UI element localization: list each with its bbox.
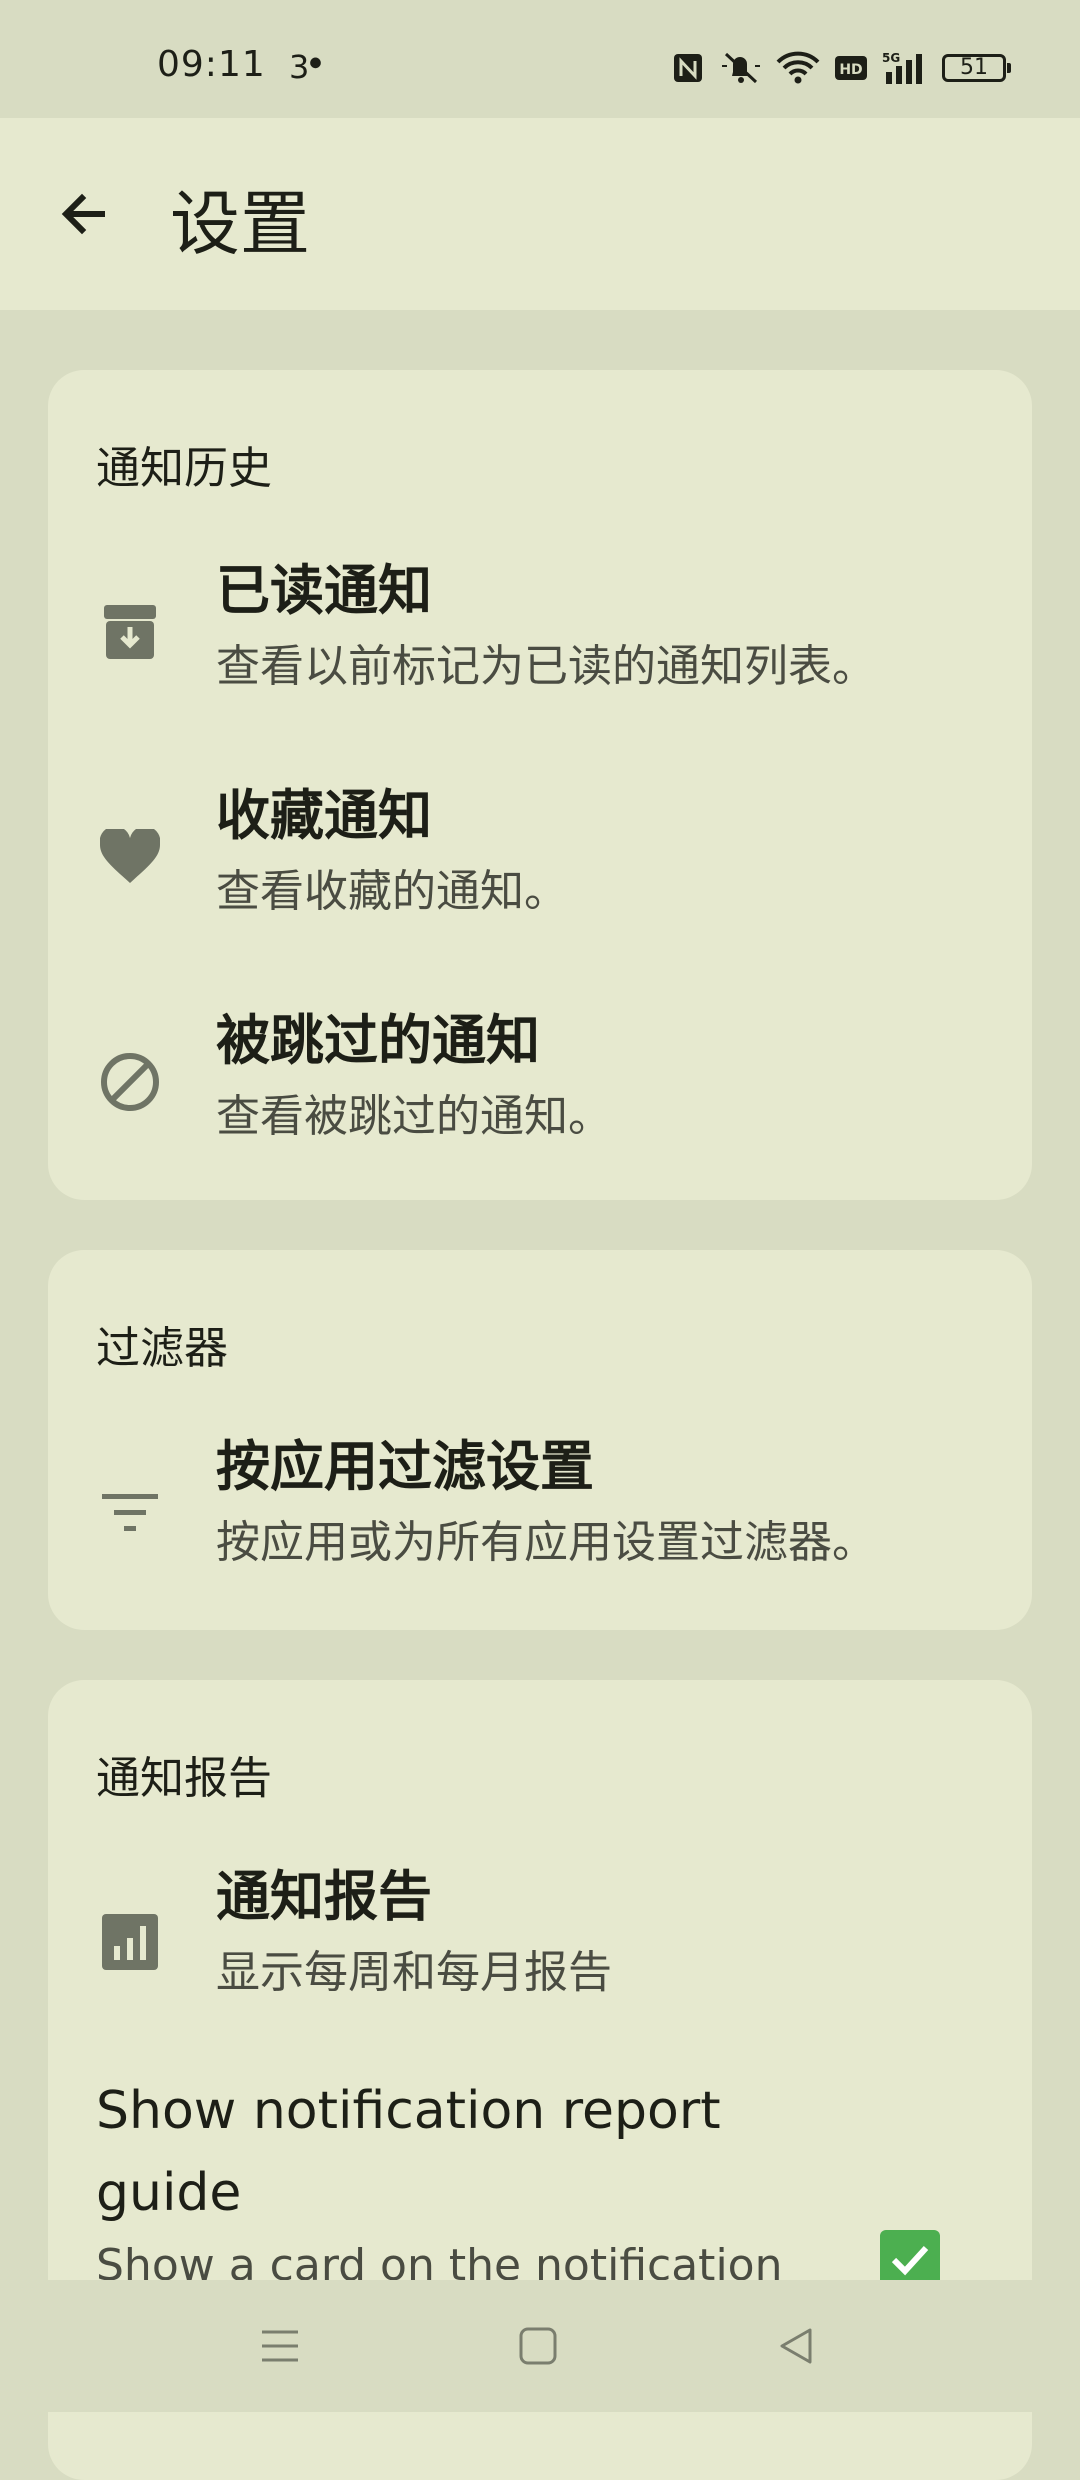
section-title: 通知报告 <box>96 1753 272 1804</box>
menu-icon <box>262 2330 298 2362</box>
item-title: 按应用过滤设置 <box>216 1435 594 1498</box>
recent-apps-button[interactable] <box>244 2310 316 2382</box>
section-title: 过滤器 <box>96 1323 228 1374</box>
block-icon <box>100 1052 160 1112</box>
item-subtitle: 查看收藏的通知。 <box>216 866 568 917</box>
battery-icon: 51 <box>942 54 1011 82</box>
item-title: 通知报告 <box>216 1865 432 1928</box>
status-notification-count: 3● <box>289 48 322 86</box>
notification-report-item[interactable]: 通知报告 显示每周和每月报告 <box>48 1840 1032 2040</box>
app-bar: 设置 <box>0 118 1080 310</box>
section-title: 通知历史 <box>96 443 272 494</box>
back-triangle-icon <box>780 2328 812 2364</box>
signal-5g-icon: 5G <box>882 50 928 86</box>
item-title: 被跳过的通知 <box>216 1009 540 1072</box>
item-title: 已读通知 <box>216 559 432 622</box>
archive-download-icon <box>100 602 160 662</box>
mute-icon <box>718 50 762 86</box>
bar-chart-icon <box>100 1912 160 1972</box>
notification-history-card: 通知历史 已读通知 查看以前标记为已读的通知列表。 收藏通知 查看收藏的通知。 … <box>48 370 1032 1200</box>
read-notifications-item[interactable]: 已读通知 查看以前标记为已读的通知列表。 <box>48 530 1032 730</box>
item-subtitle: 显示每周和每月报告 <box>216 1947 612 1998</box>
arrow-back-icon <box>61 193 105 235</box>
item-subtitle: 查看以前标记为已读的通知列表。 <box>216 641 876 692</box>
back-button[interactable] <box>50 180 118 248</box>
nfc-icon <box>672 52 704 84</box>
page-title: 设置 <box>170 183 310 265</box>
status-time: 09:11 <box>157 44 266 85</box>
wifi-icon <box>776 50 820 86</box>
item-subtitle: 查看被跳过的通知。 <box>216 1091 612 1142</box>
item-title: 收藏通知 <box>216 784 432 847</box>
status-bar: 09:11 3● HD 5G 51 <box>0 0 1080 118</box>
hd-icon: HD <box>834 54 868 82</box>
home-button[interactable] <box>502 2310 574 2382</box>
navigation-bar <box>0 2280 1080 2412</box>
system-back-button[interactable] <box>760 2310 832 2382</box>
report-guide-title: Show notification report guide <box>96 2081 721 2223</box>
heart-icon <box>100 827 160 887</box>
svg-text:5G: 5G <box>882 51 900 65</box>
skipped-notifications-item[interactable]: 被跳过的通知 查看被跳过的通知。 <box>48 980 1032 1180</box>
filters-card: 过滤器 按应用过滤设置 按应用或为所有应用设置过滤器。 <box>48 1250 1032 1630</box>
status-icons: HD 5G 51 <box>672 44 1011 92</box>
filter-list-icon <box>100 1482 160 1542</box>
filter-by-app-item[interactable]: 按应用过滤设置 按应用或为所有应用设置过滤器。 <box>48 1410 1032 1610</box>
home-icon <box>519 2327 557 2365</box>
favorite-notifications-item[interactable]: 收藏通知 查看收藏的通知。 <box>48 755 1032 955</box>
item-subtitle: 按应用或为所有应用设置过滤器。 <box>216 1517 876 1568</box>
svg-text:HD: HD <box>839 62 862 78</box>
check-icon <box>891 2245 929 2276</box>
